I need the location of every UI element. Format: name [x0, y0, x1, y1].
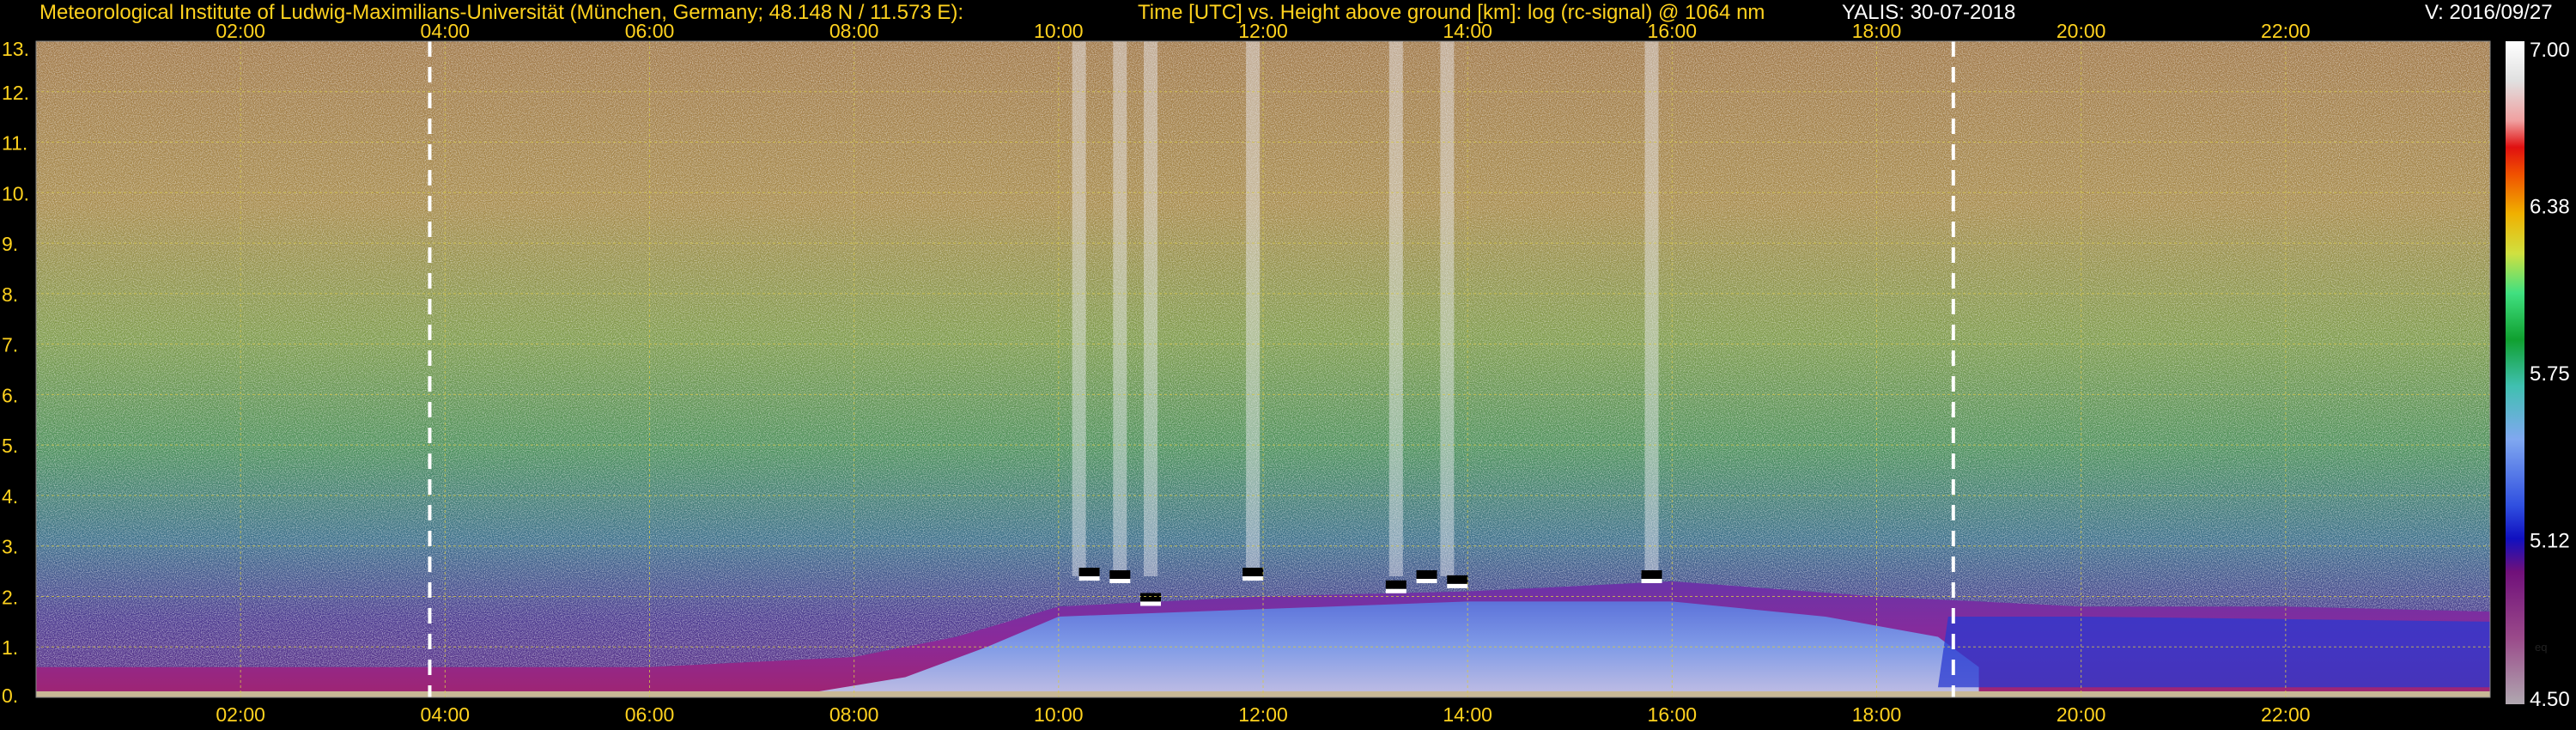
x-tick-label-top: 16:00: [1648, 20, 1698, 42]
colorbar-tick-label: 5.12: [2530, 530, 2570, 553]
x-tick-label-top: 14:00: [1443, 20, 1492, 42]
cloud-base-mark: [1416, 570, 1437, 580]
x-tick-label-bottom: 10:00: [1034, 703, 1084, 726]
y-axis-ticks: 0. 1. 2. 3. 4. 5. 6. 7. 8. 9. 10. 11. 12. 13.: [2, 38, 29, 707]
x-tick-label-bottom: 06:00: [625, 703, 675, 726]
colorbar-gradient: [2506, 41, 2524, 704]
y-tick-label: 6.: [2, 384, 18, 406]
cloud-base-mark: [1447, 575, 1468, 584]
x-tick-label-top: 04:00: [421, 20, 471, 42]
plume-column: [1644, 41, 1659, 576]
colorbar: 4.50 5.12 5.75 6.38 7.00 eq: [2506, 39, 2570, 711]
cloud-base-mark: [1078, 568, 1100, 577]
x-tick-label-top: 22:00: [2261, 20, 2311, 42]
y-tick-label: 0.: [2, 684, 18, 707]
cloud-base-highlight: [1447, 583, 1468, 588]
colorbar-ticks: 4.50 5.12 5.75 6.38 7.00: [2530, 39, 2570, 711]
x-tick-label-bottom: 14:00: [1443, 703, 1492, 726]
y-tick-label: 5.: [2, 435, 18, 457]
plume-column: [1440, 41, 1455, 576]
version-label: V: 2016/09/27: [2425, 1, 2553, 24]
x-tick-label-bottom: 04:00: [421, 703, 471, 726]
y-tick-label: 1.: [2, 636, 18, 659]
institute-caption: Meteorological Institute of Ludwig-Maxim…: [39, 1, 963, 24]
cloud-base-mark: [1385, 580, 1406, 589]
x-tick-label-bottom: 18:00: [1852, 703, 1902, 726]
y-tick-label: 3.: [2, 536, 18, 558]
plume-column: [1388, 41, 1403, 576]
y-tick-label: 11.: [2, 132, 27, 155]
cloud-base-mark: [1641, 570, 1662, 580]
cloud-base-mark: [1242, 568, 1264, 577]
colorbar-tick-label: 4.50: [2530, 688, 2570, 711]
plume-column: [1072, 41, 1086, 576]
x-tick-label-top: 02:00: [216, 20, 265, 42]
lidar-quicklook-chart: Meteorological Institute of Ludwig-Maxim…: [2, 1, 2570, 726]
cloud-base-highlight: [1109, 579, 1131, 584]
cloud-base-highlight: [1641, 579, 1662, 584]
x-tick-label-bottom: 16:00: [1648, 703, 1698, 726]
y-tick-label: 10.: [2, 182, 29, 204]
cloud-base-mark: [1140, 593, 1162, 602]
plot-area: [35, 40, 2491, 698]
x-tick-label-top: 20:00: [2057, 20, 2106, 42]
cloud-base-highlight: [1078, 576, 1100, 581]
cloud-base-highlight: [1385, 588, 1406, 593]
x-tick-label-bottom: 12:00: [1238, 703, 1288, 726]
x-tick-label-top: 12:00: [1238, 20, 1288, 42]
y-tick-label: 2.: [2, 586, 18, 608]
x-axis-ticks-bottom: 02:00 04:00 06:00 08:00 10:00 12:00 14:00 16:00…: [216, 703, 2310, 726]
y-tick-label: 12.: [2, 82, 29, 104]
x-tick-label-bottom: 22:00: [2261, 703, 2311, 726]
colorbar-tick-label: 7.00: [2530, 39, 2570, 62]
plume-column: [1144, 41, 1158, 576]
x-tick-label-top: 10:00: [1034, 20, 1084, 42]
x-tick-label-bottom: 20:00: [2057, 703, 2106, 726]
cloud-base-highlight: [1140, 601, 1162, 606]
x-tick-label-top: 06:00: [625, 20, 675, 42]
y-tick-label: 8.: [2, 283, 18, 306]
x-tick-label-top: 18:00: [1852, 20, 1902, 42]
plume-column: [1246, 41, 1261, 576]
cloud-base-mark: [1109, 570, 1131, 580]
y-tick-label: 9.: [2, 233, 18, 255]
y-tick-label: 7.: [2, 334, 18, 356]
residual-layer-night: [1937, 616, 2490, 688]
plume-column: [1113, 41, 1127, 576]
y-tick-label: 13.: [2, 38, 29, 60]
colorbar-small-label: eq: [2535, 641, 2547, 654]
cloud-base-highlight: [1416, 579, 1437, 584]
cloud-base-highlight: [1242, 576, 1264, 581]
y-tick-label: 4.: [2, 485, 18, 508]
colorbar-tick-label: 6.38: [2530, 195, 2570, 218]
x-tick-label-top: 08:00: [829, 20, 879, 42]
x-tick-label-bottom: 08:00: [829, 703, 879, 726]
colorbar-tick-label: 5.75: [2530, 362, 2570, 386]
x-tick-label-bottom: 02:00: [216, 703, 265, 726]
